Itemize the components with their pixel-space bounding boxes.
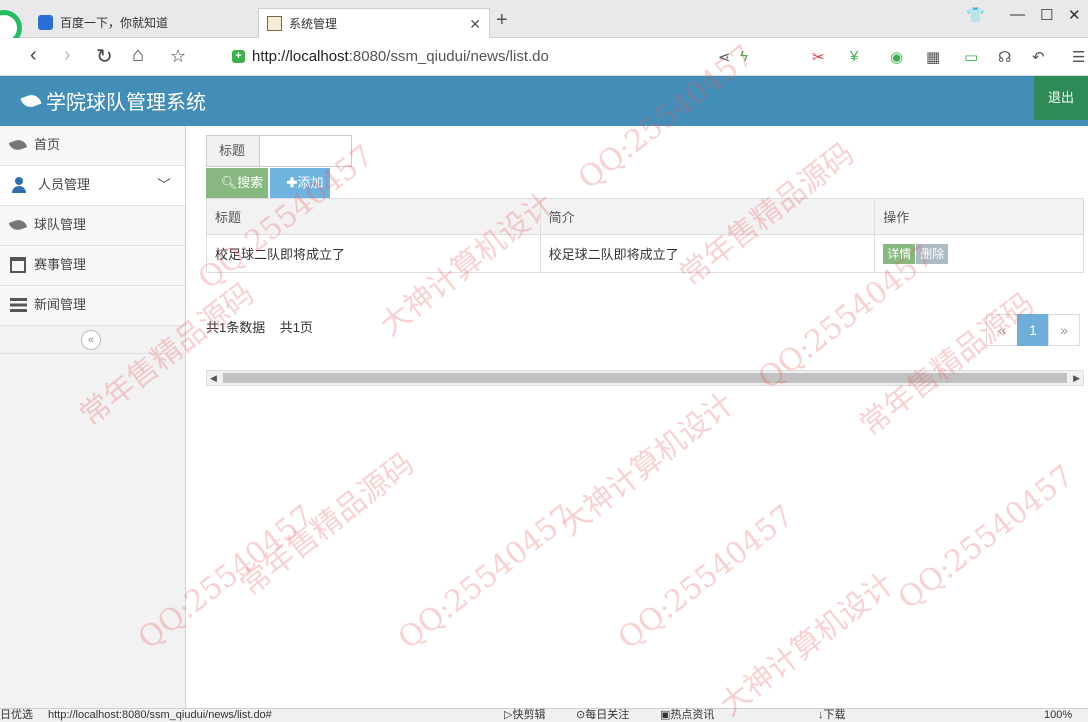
column-header-actions: 操作 (874, 198, 1084, 235)
status-url: http://localhost:8080/ssm_qiudui/news/li… (48, 709, 272, 721)
column-header-title[interactable]: 标题 (206, 198, 541, 235)
browser-tab-system[interactable]: 系统管理 ✕ (258, 8, 490, 38)
share-icon[interactable]: ⋖ (718, 48, 731, 66)
sidebar-item-label: 首页 (34, 137, 61, 152)
plus-icon: ✚ (286, 175, 298, 190)
status-item-download[interactable]: ↓ 下载 (818, 709, 846, 722)
title-search-input[interactable] (260, 135, 352, 167)
column-header-intro[interactable]: 简介 (539, 198, 876, 235)
search-icon: 🔍︎ (220, 175, 238, 190)
leaf-icon (8, 217, 28, 233)
sidebar-item-matches[interactable]: 赛事管理 (0, 246, 185, 286)
status-item-daily[interactable]: ⊙ 每日关注 (576, 709, 629, 722)
status-item-clip[interactable]: ▷ 快剪辑 (504, 709, 545, 722)
coin-icon[interactable]: ¥ (850, 48, 858, 65)
user-icon (12, 177, 26, 193)
menu-icon[interactable]: ☰ (1072, 48, 1085, 66)
headphones-icon[interactable]: ☊ (998, 48, 1011, 66)
news-table: 标题 简介 操作 校足球二队即将成立了 校足球二队即将成立了 详情 删除 (206, 198, 1084, 273)
cell-actions: 详情 删除 (874, 234, 1084, 273)
forward-icon[interactable]: › (64, 44, 71, 67)
close-window-icon[interactable]: ✕ (1068, 6, 1081, 24)
page-button-current[interactable]: 1 (1017, 314, 1049, 346)
cell-intro: 校足球二队即将成立了 (539, 234, 876, 273)
status-item-news[interactable]: ▣ 热点资讯 (660, 709, 714, 722)
sidebar-item-team[interactable]: 球队管理 (0, 206, 185, 246)
delete-button[interactable]: 删除 (916, 243, 949, 264)
close-tab-icon[interactable]: ✕ (469, 9, 481, 39)
reload-icon[interactable]: ↻ (96, 44, 113, 69)
app-header: 学院球队管理系统 退出 (0, 76, 1088, 126)
new-tab-icon[interactable]: + (496, 9, 508, 32)
sidebar-collapse-row: « (0, 326, 185, 354)
table-header-row: 标题 简介 操作 (206, 198, 1084, 235)
sidebar-item-label: 新闻管理 (34, 297, 87, 312)
back-icon[interactable]: ‹ (30, 44, 37, 67)
baidu-paw-icon (38, 15, 53, 30)
add-button[interactable]: ✚添加 (270, 168, 330, 198)
lightning-icon[interactable]: ϟ (740, 48, 748, 65)
minimize-icon[interactable]: — (1010, 6, 1025, 23)
next-page-button[interactable]: » (1048, 314, 1080, 346)
horizontal-scrollbar[interactable]: ◀ ▶ (206, 370, 1084, 386)
apps-grid-icon[interactable]: ▦ (926, 48, 940, 66)
home-icon[interactable]: ⌂ (132, 44, 144, 67)
secure-shield-icon: + (232, 50, 245, 63)
detail-button[interactable]: 详情 (883, 243, 916, 264)
main-content: 标题 🔍︎搜索 ✚添加 标题 简介 操作 校足球二队即将成立了 校足球二队即将成… (186, 126, 1088, 708)
sidebar-item-label: 人员管理 (38, 177, 91, 192)
app-title: 学院球队管理系统 (20, 86, 206, 115)
tab-title: 系统管理 (289, 17, 338, 31)
search-button[interactable]: 🔍︎搜索 (206, 168, 268, 198)
tab-title: 百度一下，你就知道 (60, 16, 169, 30)
url-field[interactable]: http://localhost:8080/ssm_qiudui/news/li… (252, 48, 549, 65)
calendar-icon (10, 257, 26, 273)
scissors-icon[interactable]: ✂ (812, 48, 825, 66)
browser-tab-bar: 百度一下，你就知道 系统管理 ✕ + 👕 — ☐ ✕ (0, 0, 1088, 46)
leaf-logo-icon (20, 92, 42, 110)
browser-status-bar: 日优选 http://localhost:8080/ssm_qiudui/new… (0, 708, 1088, 722)
skin-icon[interactable]: 👕 (966, 6, 985, 24)
sidebar-item-personnel[interactable]: 人员管理 ﹀ (0, 166, 185, 206)
scrollbar-thumb[interactable] (223, 373, 1067, 383)
undo-icon[interactable]: ↶ (1032, 48, 1045, 66)
collapse-sidebar-icon[interactable]: « (81, 330, 101, 350)
status-left-text: 日优选 (0, 709, 33, 721)
sidebar-item-news[interactable]: 新闻管理 (0, 286, 185, 326)
pagination-summary: 共1条数据 共1页 (206, 317, 313, 336)
leaf-icon (8, 137, 28, 153)
favorite-star-icon[interactable]: ☆ (170, 46, 186, 67)
browser-address-bar: ‹ › ↻ ⌂ ☆ + http://localhost:8080/ssm_qi… (0, 38, 1088, 76)
pagination: « 1 » (986, 314, 1080, 346)
table-row: 校足球二队即将成立了 校足球二队即将成立了 详情 删除 (206, 234, 1084, 273)
list-icon (10, 298, 27, 312)
zoom-level[interactable]: 100% (1044, 709, 1072, 722)
sidebar: 首页 人员管理 ﹀ 球队管理 赛事管理 新闻管理 « (0, 126, 186, 708)
browser-tab-baidu[interactable]: 百度一下，你就知道 (30, 8, 256, 38)
chevron-down-icon: ﹀ (157, 177, 171, 193)
sidebar-item-label: 赛事管理 (34, 257, 87, 272)
scroll-left-icon[interactable]: ◀ (210, 371, 217, 385)
search-label: 标题 (206, 135, 260, 167)
sidebar-item-home[interactable]: 首页 (0, 126, 185, 166)
extension-icon[interactable]: ◉ (890, 48, 903, 66)
scroll-right-icon[interactable]: ▶ (1073, 371, 1080, 385)
cell-title: 校足球二队即将成立了 (206, 234, 541, 273)
page-favicon-icon (267, 16, 282, 31)
total-pages: 共1页 (279, 320, 313, 335)
prev-page-button[interactable]: « (986, 314, 1018, 346)
total-records: 共1条数据 (206, 320, 266, 335)
logout-button[interactable]: 退出 (1034, 76, 1088, 120)
maximize-icon[interactable]: ☐ (1040, 6, 1053, 24)
battery-icon[interactable]: ▭ (964, 48, 978, 66)
sidebar-item-label: 球队管理 (34, 217, 87, 232)
